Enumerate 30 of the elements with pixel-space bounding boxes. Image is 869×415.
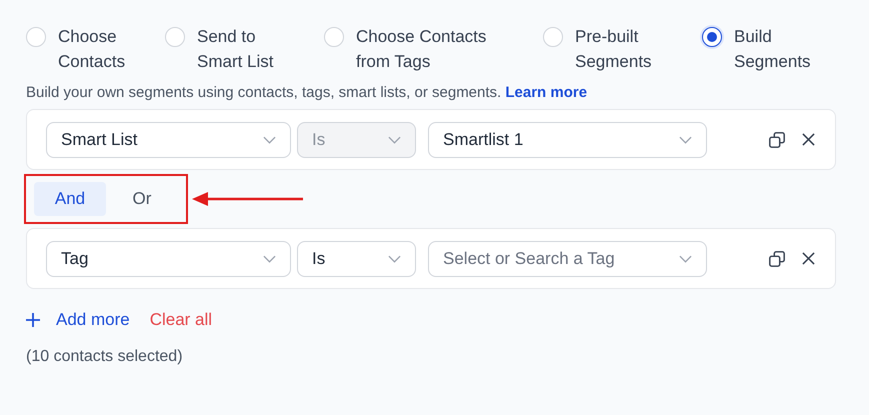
radio-option[interactable]: Choose Contacts from Tags bbox=[324, 24, 516, 74]
chevron-down-icon bbox=[679, 254, 692, 262]
chevron-down-icon bbox=[263, 254, 276, 262]
description-text: Build your own segments using contacts, tags, smart lists, or segments. Learn more bbox=[26, 84, 588, 101]
field-select[interactable]: Smart List bbox=[46, 122, 291, 158]
chevron-down-icon bbox=[388, 254, 401, 262]
value-select[interactable]: Select or Search a Tag bbox=[428, 240, 707, 276]
close-icon[interactable] bbox=[802, 133, 815, 146]
add-more-link[interactable]: Add more bbox=[26, 310, 130, 330]
chevron-down-icon bbox=[679, 136, 692, 144]
copy-icon[interactable] bbox=[768, 130, 786, 148]
close-icon[interactable] bbox=[802, 252, 815, 265]
radio-option[interactable]: Build Segments bbox=[702, 24, 834, 74]
selection-count: (10 contacts selected) bbox=[26, 348, 184, 366]
radio-button[interactable] bbox=[702, 27, 722, 47]
chevron-down-icon bbox=[388, 136, 401, 144]
value-select[interactable]: Smartlist 1 bbox=[428, 122, 707, 158]
connector-tab[interactable]: And bbox=[34, 182, 106, 216]
radio-option[interactable]: Send to Smart List bbox=[165, 24, 297, 74]
operator-select[interactable]: Is bbox=[297, 240, 416, 276]
clear-all-link[interactable]: Clear all bbox=[150, 310, 212, 330]
radio-option[interactable]: Choose Contacts bbox=[26, 24, 138, 74]
plus-icon bbox=[26, 313, 40, 327]
copy-icon[interactable] bbox=[768, 250, 786, 268]
chevron-down-icon bbox=[263, 136, 276, 144]
radio-option[interactable]: Pre-built Segments bbox=[543, 24, 675, 74]
connector-tab[interactable]: Or bbox=[106, 182, 178, 216]
learn-more-link[interactable]: Learn more bbox=[505, 84, 588, 101]
arrow-icon bbox=[192, 192, 304, 206]
field-select[interactable]: Tag bbox=[46, 240, 291, 276]
